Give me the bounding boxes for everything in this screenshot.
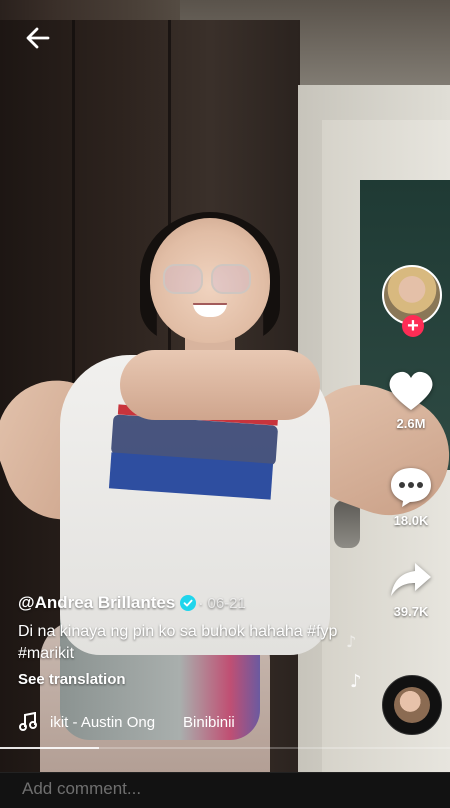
comment-bubble-icon — [391, 468, 431, 507]
music-title-marquee: Binibinii — [183, 713, 235, 731]
video-caption: @Andrea Brillantes · 06-21 Di na kinaya … — [18, 592, 358, 689]
comment-bar — [0, 772, 450, 808]
like-count: 2.6M — [396, 416, 426, 431]
username[interactable]: @Andrea Brillantes — [18, 593, 175, 613]
playback-progress-bar[interactable] — [0, 747, 450, 749]
comment-button[interactable]: 18.0K — [378, 465, 444, 528]
verified-badge-icon — [180, 595, 197, 611]
arrow-left-icon — [26, 27, 50, 49]
heart-icon — [389, 371, 433, 410]
person-hands-heart — [120, 350, 320, 420]
share-arrow-icon — [391, 563, 431, 596]
share-button[interactable]: 39.7K — [378, 560, 444, 619]
music-info[interactable]: ikit - Austin Ong Binibinii — [18, 710, 235, 734]
author-row: @Andrea Brillantes · 06-21 — [18, 592, 358, 614]
follow-button[interactable]: + — [402, 315, 424, 337]
like-button[interactable]: 2.6M — [378, 370, 444, 431]
action-rail: + 2.6M 18.0K 39.7K — [378, 265, 448, 745]
music-note-icon — [19, 712, 37, 731]
playback-progress-fill — [0, 747, 99, 749]
post-date: · 06-21 — [198, 594, 246, 612]
share-count: 39.7K — [393, 604, 429, 619]
see-translation-link[interactable]: See translation — [18, 671, 126, 688]
person-glasses — [163, 264, 253, 294]
music-disc-cover — [394, 687, 430, 723]
music-title: ikit - Austin Ong — [50, 713, 156, 731]
caption-text: Di na kinaya ng pin ko sa buhok hahaha #… — [18, 623, 338, 662]
back-button[interactable] — [22, 22, 54, 54]
plus-icon: + — [407, 315, 419, 337]
comment-count: 18.0K — [393, 513, 429, 528]
add-comment-input[interactable] — [22, 775, 422, 803]
